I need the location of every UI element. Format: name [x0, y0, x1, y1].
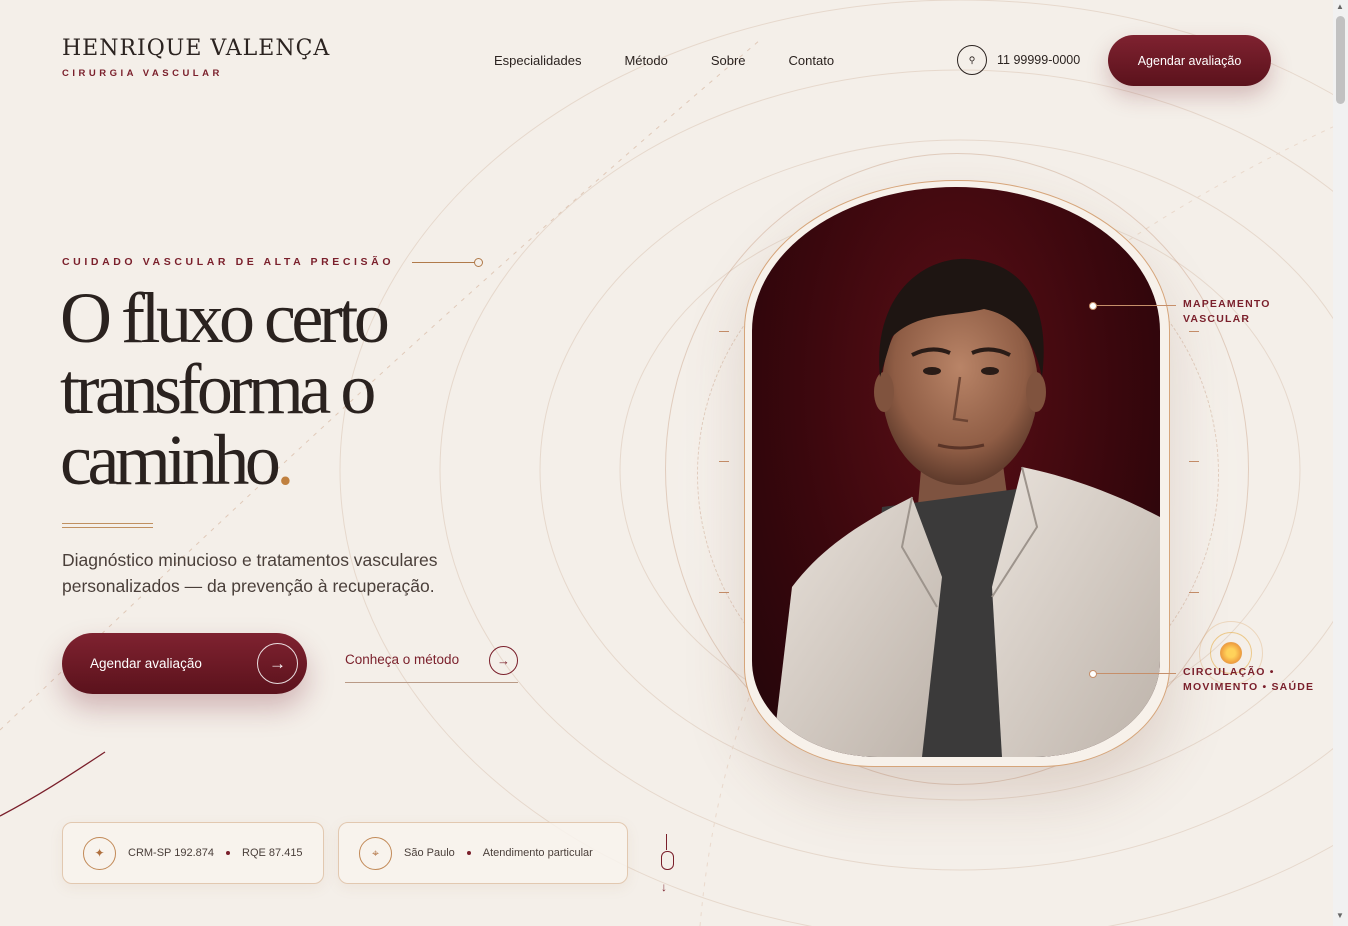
location-card: ⌖ São Paulo Atendimento particular [338, 822, 628, 884]
tick-mark [1189, 331, 1199, 332]
method-link[interactable]: Conheça o método → [345, 645, 518, 683]
tick-mark [719, 331, 729, 332]
page-scrollbar[interactable]: ▲ ▼ [1333, 0, 1348, 926]
main-nav: Especialidades Método Sobre Contato [494, 53, 877, 68]
nav-sobre[interactable]: Sobre [711, 53, 746, 68]
rqe-number: RQE 87.415 [242, 847, 303, 859]
sparkle-icon: ✦ [83, 836, 116, 870]
eyebrow-line [412, 257, 484, 267]
doctor-portrait [752, 187, 1160, 757]
care-type: Atendimento particular [482, 847, 593, 859]
nav-metodo[interactable]: Método [624, 53, 667, 68]
scroll-down-icon[interactable]: ▼ [1336, 911, 1344, 920]
headline-dot: . [276, 420, 294, 500]
decorative-rule [62, 523, 153, 528]
headline-line-2: transforma o [60, 349, 376, 429]
hero-headline: O fluxo certo transforma o caminho. [60, 278, 390, 496]
circulation-line-1: CIRCULAÇÃO • [1183, 666, 1275, 678]
headline-line-3: caminho. [60, 424, 385, 496]
mapping-annotation: MAPEAMENTO VASCULAR [1183, 297, 1271, 327]
brand-logo[interactable]: HENRIQUE VALENÇA CIRURGIA VASCULAR [62, 36, 330, 79]
circulation-marker-line [1096, 673, 1176, 674]
header-schedule-button[interactable]: Agendar avaliação [1108, 35, 1271, 86]
nav-especialidades[interactable]: Especialidades [494, 53, 581, 68]
tick-mark [719, 461, 729, 462]
pin-icon: ⚲ [957, 45, 987, 75]
mouse-icon [661, 851, 674, 870]
tick-mark [1189, 592, 1199, 593]
primary-schedule-button[interactable]: Agendar avaliação → [62, 633, 307, 694]
separator-dot [466, 851, 471, 855]
mapping-marker-line [1096, 305, 1176, 306]
eyebrow-dot [474, 257, 484, 267]
location-icon: ⌖ [359, 836, 392, 870]
headline-word: caminho [60, 420, 281, 500]
mapping-line-1: MAPEAMENTO [1183, 298, 1271, 310]
tick-mark [1189, 461, 1199, 462]
city: São Paulo [404, 847, 455, 859]
phone-number: 11 99999-0000 [997, 53, 1081, 67]
pulse-icon [1220, 642, 1242, 664]
arrow-right-icon: → [489, 646, 518, 675]
mapping-marker-dot [1089, 302, 1097, 310]
mapping-line-2: VASCULAR [1183, 313, 1251, 325]
scroll-indicator[interactable]: ↓ [660, 834, 676, 898]
hero-lead: Diagnóstico minucioso e tratamentos vasc… [62, 550, 438, 596]
scrollbar-thumb[interactable] [1336, 16, 1345, 104]
nav-contato[interactable]: Contato [789, 53, 835, 68]
arrow-down-icon: ↓ [661, 880, 667, 894]
method-link-label: Conheça o método [345, 652, 460, 667]
circulation-annotation: CIRCULAÇÃO • MOVIMENTO • SAÚDE [1183, 665, 1314, 695]
eyebrow-text: CUIDADO VASCULAR DE ALTA PRECISÃO [62, 256, 395, 268]
tick-mark [719, 592, 729, 593]
headline-line-1: O fluxo certo [60, 278, 390, 358]
credentials-card: ✦ CRM-SP 192.874 RQE 87.415 [62, 822, 324, 884]
circulation-marker-dot [1089, 670, 1097, 678]
arrow-right-icon: → [257, 643, 298, 684]
brand-subtitle: CIRURGIA VASCULAR [62, 68, 223, 79]
phone-link[interactable]: ⚲ 11 99999-0000 [957, 45, 1080, 75]
crm-number: CRM-SP 192.874 [128, 847, 215, 859]
separator-dot [226, 851, 231, 855]
hero-eyebrow: CUIDADO VASCULAR DE ALTA PRECISÃO [62, 256, 484, 268]
scroll-up-icon[interactable]: ▲ [1336, 2, 1344, 11]
brand-name: HENRIQUE VALENÇA [62, 36, 331, 61]
circulation-line-2: MOVIMENTO • SAÚDE [1183, 681, 1315, 693]
scroll-line [666, 834, 667, 850]
primary-button-label: Agendar avaliação [90, 656, 202, 671]
